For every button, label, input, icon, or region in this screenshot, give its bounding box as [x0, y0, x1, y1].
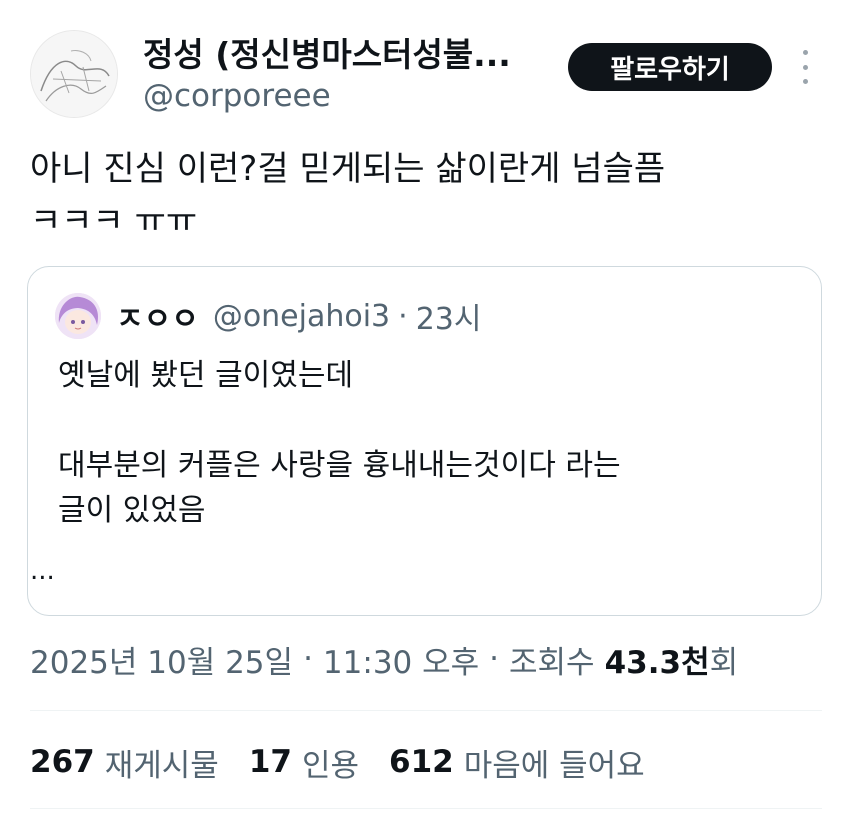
follow-button[interactable]: 팔로우하기	[568, 43, 772, 91]
quote-separator: ·	[398, 298, 408, 334]
engagement-stats: 267 재게시물 17 인용 612 마음에 들어요	[30, 736, 675, 788]
author-display-name[interactable]: 정성 (정신병마스터성불...	[143, 28, 543, 76]
tweet-text: 아니 진심 이런?걸 믿게되는 삶이란게 넘슬픔 ㅋㅋㅋ ㅠㅠ	[30, 149, 666, 241]
views-label: 조회수	[509, 644, 595, 681]
quoted-tweet-card[interactable]: ㅈㅇㅇ @onejahoi3 · 23시 옛날에 봤던 글이였는데 대부분의 커…	[27, 266, 822, 616]
reposts-stat[interactable]: 267 재게시물	[30, 740, 219, 785]
tweet-meta: 2025년 10월 25일 · 11:30 오후 · 조회수 43.3천회	[30, 634, 738, 684]
views-suffix: 회	[709, 644, 739, 681]
more-vertical-icon[interactable]	[797, 50, 813, 84]
tweet-time[interactable]: 11:30 오후	[323, 637, 479, 682]
quote-header: ㅈㅇㅇ @onejahoi3 · 23시	[116, 293, 481, 339]
quote-handle[interactable]: @onejahoi3	[213, 299, 390, 334]
views-count[interactable]: 43.3천회	[605, 637, 739, 682]
sketch-avatar-icon	[31, 31, 117, 117]
meta-separator: ·	[303, 641, 313, 677]
tweet-date[interactable]: 2025년 10월 25일	[30, 637, 293, 682]
author-handle[interactable]: @corporeee	[143, 78, 331, 114]
quote-timestamp[interactable]: 23시	[416, 294, 482, 338]
quote-display-name[interactable]: ㅈㅇㅇ	[116, 294, 199, 338]
reposts-label: 재게시물	[104, 747, 219, 784]
meta-separator: ·	[489, 641, 500, 677]
author-avatar[interactable]	[30, 30, 118, 118]
tweet-header: 정성 (정신병마스터성불... @corporeee 팔로우하기	[0, 0, 850, 130]
quote-ellipsis: ...	[30, 556, 55, 586]
divider	[30, 710, 822, 711]
likes-label: 마음에 들어요	[463, 747, 645, 784]
quotes-label: 인용	[301, 747, 359, 784]
quotes-stat[interactable]: 17 인용	[249, 740, 359, 785]
reposts-count: 267	[30, 744, 95, 780]
quote-author-avatar[interactable]	[55, 293, 101, 339]
likes-stat[interactable]: 612 마음에 들어요	[389, 740, 645, 785]
anime-avatar-icon	[55, 293, 101, 339]
quote-body-text: 옛날에 봤던 글이였는데 대부분의 커플은 사랑을 흉내내는것이다 라는 글이 …	[58, 358, 621, 528]
views-number: 43.3천	[604, 644, 710, 681]
likes-count: 612	[389, 744, 454, 780]
divider	[30, 808, 822, 809]
quotes-count: 17	[248, 744, 292, 780]
